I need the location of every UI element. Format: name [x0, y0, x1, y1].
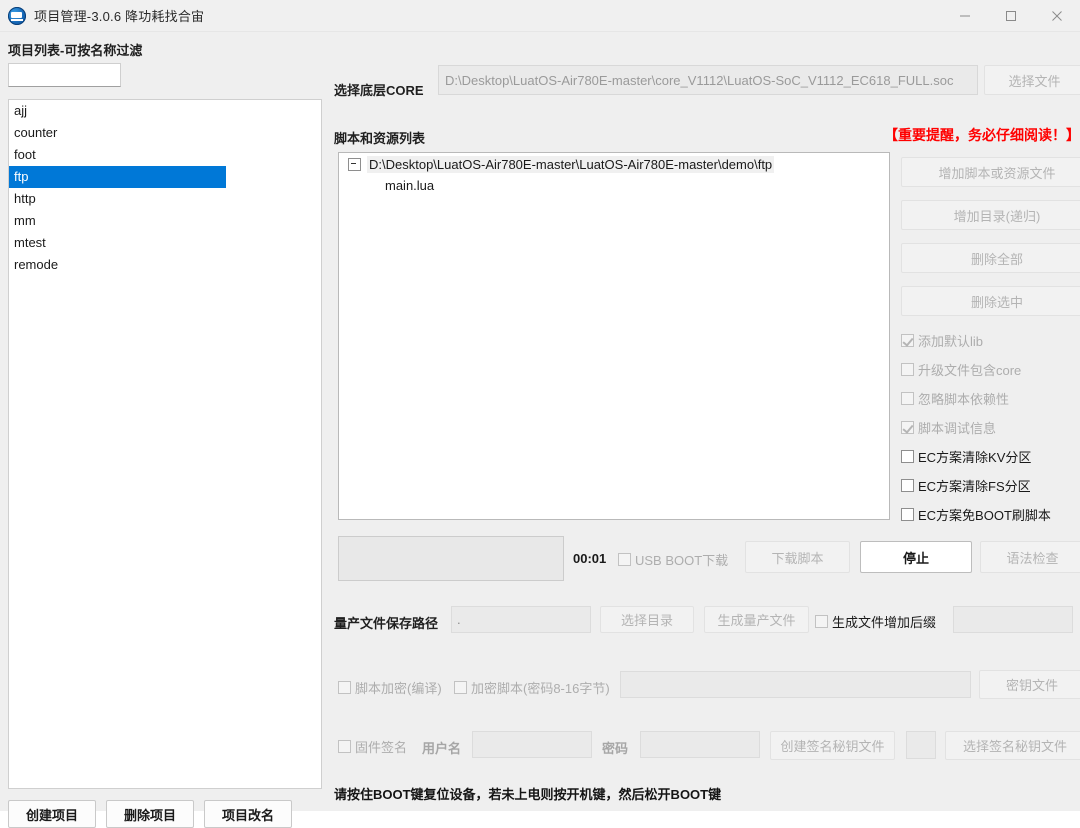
- ec-clear-fs-partition-checkbox-row[interactable]: EC方案清除FS分区: [901, 476, 1031, 495]
- generate-mass-production-file-button[interactable]: 生成量产文件: [704, 606, 809, 633]
- rename-project-button[interactable]: 项目改名: [204, 800, 292, 828]
- list-item[interactable]: http: [9, 188, 321, 210]
- script-resource-tree[interactable]: D:\Desktop\LuatOS-Air780E-master\LuatOS-…: [338, 152, 890, 520]
- add-script-or-resource-button[interactable]: 增加脚本或资源文件: [901, 157, 1080, 187]
- maximize-icon[interactable]: [988, 0, 1034, 31]
- title-bar: 项目管理-3.0.6 降功耗找合宙: [0, 0, 1080, 32]
- script-list-label: 脚本和资源列表: [334, 131, 426, 146]
- project-filter-input[interactable]: [8, 63, 121, 87]
- script-compile-encrypt-label: 脚本加密(编译): [355, 681, 442, 696]
- generate-file-suffix-label: 生成文件增加后缀: [832, 615, 937, 630]
- add-default-lib-label: 添加默认lib: [918, 334, 984, 349]
- app-logo-icon: [8, 6, 26, 25]
- delete-project-button[interactable]: 删除项目: [106, 800, 194, 828]
- checkbox-icon[interactable]: [338, 681, 351, 694]
- signature-password-label: 密码: [602, 741, 629, 756]
- checkbox-icon[interactable]: [901, 421, 914, 434]
- upgrade-include-core-checkbox-row[interactable]: 升级文件包含core: [901, 360, 1021, 379]
- ec-no-boot-flash-script-label: EC方案免BOOT刷脚本: [918, 508, 1051, 523]
- project-list-label: 项目列表-可按名称过滤: [8, 43, 143, 58]
- upgrade-include-core-label: 升级文件包含core: [918, 363, 1022, 378]
- signature-key-path-field[interactable]: [906, 731, 936, 759]
- checkbox-icon[interactable]: [901, 392, 914, 405]
- list-item-selected[interactable]: ftp: [9, 166, 226, 188]
- list-item[interactable]: counter: [9, 122, 321, 144]
- generate-file-suffix-checkbox-row[interactable]: 生成文件增加后缀: [815, 612, 936, 631]
- checkbox-icon[interactable]: [901, 363, 914, 376]
- firmware-signature-checkbox-row[interactable]: 固件签名: [338, 737, 407, 756]
- core-path-input[interactable]: [438, 65, 978, 95]
- create-signature-key-file-button[interactable]: 创建签名秘钥文件: [770, 731, 895, 760]
- ignore-script-dependency-label: 忽略脚本依赖性: [918, 392, 1010, 407]
- ec-clear-kv-partition-label: EC方案清除KV分区: [918, 450, 1032, 465]
- checkbox-icon[interactable]: [901, 479, 914, 492]
- tree-child-item[interactable]: main.lua: [339, 175, 889, 197]
- core-label: 选择底层CORE: [334, 83, 424, 98]
- list-item[interactable]: mtest: [9, 232, 321, 254]
- usb-boot-download-label: USB BOOT下载: [635, 553, 729, 568]
- firmware-signature-label: 固件签名: [355, 740, 408, 755]
- project-list[interactable]: ajj counter foot ftp http mm mtest remod…: [8, 99, 322, 789]
- encrypt-script-label: 加密脚本(密码8-16字节): [471, 681, 610, 696]
- progress-log-box: [338, 536, 564, 581]
- ec-no-boot-flash-script-checkbox-row[interactable]: EC方案免BOOT刷脚本: [901, 505, 1051, 524]
- project-action-buttons: 创建项目 删除项目 项目改名: [8, 800, 292, 828]
- choose-directory-button[interactable]: 选择目录: [600, 606, 694, 633]
- delete-selected-button[interactable]: 删除选中: [901, 286, 1080, 316]
- add-default-lib-checkbox-row[interactable]: 添加默认lib: [901, 331, 983, 350]
- encrypt-script-checkbox-row[interactable]: 加密脚本(密码8-16字节): [454, 678, 610, 697]
- script-compile-encrypt-checkbox-row[interactable]: 脚本加密(编译): [338, 678, 442, 697]
- create-project-button[interactable]: 创建项目: [8, 800, 96, 828]
- checkbox-icon[interactable]: [618, 553, 631, 566]
- application-window: 项目管理-3.0.6 降功耗找合宙 项目列表-可按名称过滤 ajj counte…: [0, 0, 1080, 828]
- ec-clear-fs-partition-label: EC方案清除FS分区: [918, 479, 1031, 494]
- mass-production-path-label: 量产文件保存路径: [334, 616, 439, 631]
- checkbox-icon[interactable]: [901, 334, 914, 347]
- mass-production-path-input[interactable]: [451, 606, 591, 633]
- file-suffix-input[interactable]: [953, 606, 1073, 633]
- window-title: 项目管理-3.0.6 降功耗找合宙: [34, 9, 205, 24]
- checkbox-icon[interactable]: [901, 450, 914, 463]
- ignore-script-dependency-checkbox-row[interactable]: 忽略脚本依赖性: [901, 389, 1009, 408]
- settings-panel: 选择底层CORE 选择文件 脚本和资源列表 【重要提醒，务必仔细阅读！】 D:\…: [330, 32, 1080, 811]
- select-signature-key-file-button[interactable]: 选择签名秘钥文件: [945, 731, 1080, 760]
- checkbox-icon[interactable]: [901, 508, 914, 521]
- ec-clear-kv-partition-checkbox-row[interactable]: EC方案清除KV分区: [901, 447, 1031, 466]
- window-controls: [942, 0, 1080, 31]
- collapse-expander-icon[interactable]: [348, 157, 361, 171]
- minimize-icon[interactable]: [942, 0, 988, 31]
- signature-username-input[interactable]: [472, 731, 592, 758]
- elapsed-timer: 00:01: [573, 551, 607, 566]
- delete-all-button[interactable]: 删除全部: [901, 243, 1080, 273]
- script-debug-info-label: 脚本调试信息: [918, 421, 997, 436]
- list-item[interactable]: ajj: [9, 100, 321, 122]
- usb-boot-download-checkbox-row[interactable]: USB BOOT下载: [618, 550, 728, 569]
- checkbox-icon[interactable]: [815, 615, 828, 628]
- signature-username-label: 用户名: [422, 741, 462, 756]
- important-warning-text: 【重要提醒，务必仔细阅读！】: [884, 127, 1080, 143]
- close-icon[interactable]: [1034, 0, 1080, 31]
- add-directory-recursive-button[interactable]: 增加目录(递归): [901, 200, 1080, 230]
- checkbox-icon[interactable]: [454, 681, 467, 694]
- tree-root-label: D:\Desktop\LuatOS-Air780E-master\LuatOS-…: [367, 155, 775, 173]
- list-item[interactable]: mm: [9, 210, 321, 232]
- list-item[interactable]: foot: [9, 144, 321, 166]
- stop-button[interactable]: 停止: [860, 541, 972, 573]
- download-script-button[interactable]: 下载脚本: [745, 541, 850, 573]
- signature-password-input[interactable]: [640, 731, 760, 758]
- boot-instruction-text: 请按住BOOT键复位设备，若未上电则按开机键，然后松开BOOT键: [334, 787, 722, 802]
- script-debug-info-checkbox-row[interactable]: 脚本调试信息: [901, 418, 996, 437]
- key-file-button[interactable]: 密钥文件: [979, 670, 1080, 699]
- syntax-check-button[interactable]: 语法检查: [980, 541, 1080, 573]
- main-content: 项目列表-可按名称过滤 ajj counter foot ftp http mm…: [0, 32, 1080, 828]
- encryption-password-input[interactable]: [620, 671, 971, 698]
- checkbox-icon[interactable]: [338, 740, 351, 753]
- project-list-panel: 项目列表-可按名称过滤 ajj counter foot ftp http mm…: [0, 32, 330, 828]
- list-item[interactable]: remode: [9, 254, 321, 276]
- choose-file-button[interactable]: 选择文件: [984, 65, 1080, 95]
- tree-root-row[interactable]: D:\Desktop\LuatOS-Air780E-master\LuatOS-…: [339, 153, 889, 175]
